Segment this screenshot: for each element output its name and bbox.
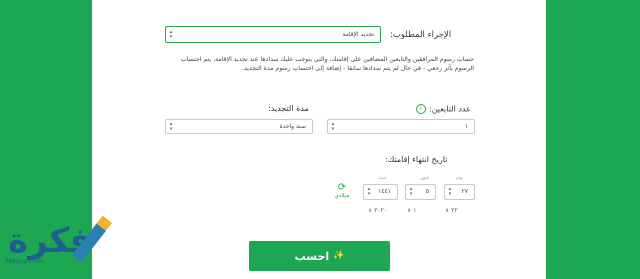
select-arrows-icon: ▴ ▾ xyxy=(169,121,173,132)
gregorian-month: ⬍ ١ xyxy=(407,207,417,214)
procedure-description: حساب رسوم المرافقين والتابعين المضافين ع… xyxy=(180,56,474,72)
hijri-month-input[interactable]: ٥ ▴ ▾ xyxy=(405,184,436,200)
header-day: يوم xyxy=(456,175,464,181)
dependents-input[interactable]: ١ ▴ ▾ xyxy=(327,119,475,134)
stepper-icon: ▴ ▾ xyxy=(331,121,335,132)
header-month: شهر xyxy=(420,175,430,181)
procedure-value: تجديد الإقامة xyxy=(342,31,374,38)
duration-label: مدة التجديد: xyxy=(268,104,309,113)
gregorian-year: ⬍ ٢٠٢٠ xyxy=(368,207,388,214)
select-arrows-icon: ▴ ▾ xyxy=(169,29,173,40)
refresh-icon: ⟳ xyxy=(337,182,347,193)
stepper-icon: ▴ ▾ xyxy=(409,186,413,197)
procedure-select[interactable]: تجديد الإقامة ▴ ▾ xyxy=(165,26,381,43)
logo: فكرة fekera.com xyxy=(2,215,152,272)
procedure-label: الإجراء المطلوب: xyxy=(390,30,452,40)
duration-value: سنة واحدة xyxy=(279,123,306,130)
calculate-label: احسب xyxy=(294,249,330,263)
calculate-button[interactable]: احسب ✨ xyxy=(249,241,390,271)
calendar-toggle[interactable]: ⟳ ميلادي xyxy=(331,182,353,200)
hijri-year-input[interactable]: ١٤٤١ ▴ ▾ xyxy=(363,184,398,200)
duration-select[interactable]: سنة واحدة ▴ ▾ xyxy=(165,119,313,134)
info-icon[interactable]: i xyxy=(416,104,426,114)
dependents-label: عدد التابعين:i xyxy=(416,104,471,114)
magic-wand-icon: ✨ xyxy=(333,251,345,261)
gregorian-day: ⬍ ٢٢ xyxy=(445,207,458,214)
header-year: سنة xyxy=(378,175,387,181)
logo-domain: fekera.com xyxy=(6,257,43,265)
hijri-day-input[interactable]: ٢٧ ▴ ▾ xyxy=(444,184,475,200)
stepper-icon: ▴ ▾ xyxy=(367,186,371,197)
dependents-value: ١ xyxy=(464,123,468,130)
stepper-icon: ▴ ▾ xyxy=(448,186,452,197)
calendar-toggle-label: ميلادي xyxy=(334,193,350,199)
expiry-label: تاريخ انتهاء إقامتك: xyxy=(385,155,448,164)
